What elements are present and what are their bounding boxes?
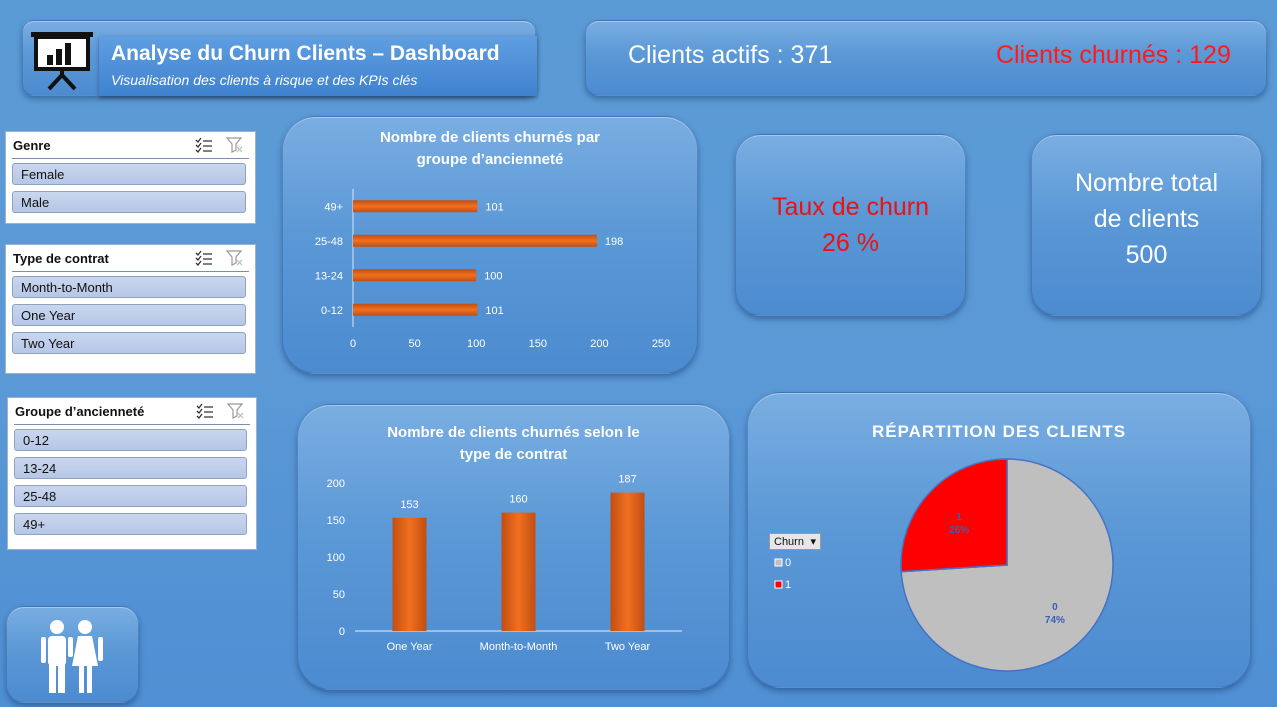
total-clients-kpi: Nombre total de clients 500: [1032, 165, 1261, 273]
slicer-item-male[interactable]: Male: [12, 191, 246, 213]
tick-label: 0: [339, 626, 345, 638]
data-label: 101: [485, 305, 503, 317]
total-clients-label-1: Nombre total: [1074, 169, 1219, 197]
clients-actifs-kpi: Clients actifs : 371: [628, 41, 833, 69]
clients-churnes-kpi: Clients churnés : 129: [996, 41, 1231, 69]
slicer-contrat-title: Type de contrat: [13, 251, 109, 266]
slicer-divider: [14, 424, 250, 425]
slicer-item-month-to-month[interactable]: Month-to-Month: [12, 276, 246, 298]
taux-churn-kpi: Taux de churn 26 %: [736, 189, 965, 261]
header-card: Analyse du Churn Clients – Dashboard Vis…: [22, 20, 537, 96]
slicer-item-0-12[interactable]: 0-12: [14, 429, 247, 451]
tick-label: 25-48: [315, 236, 343, 248]
data-label: 101: [485, 201, 503, 213]
tick-label: 13-24: [315, 270, 343, 282]
clear-filter-icon[interactable]: [226, 250, 244, 266]
slice-percent: 74%: [1045, 615, 1065, 626]
chart-contrat-card: Nombre de clients churnés selon le type …: [297, 404, 730, 690]
chart-contrat-plot: 0 50 100 150 200 153 One Year 160 Month-to-Month…: [327, 474, 682, 653]
legend-swatch: [774, 558, 783, 567]
clear-filter-icon[interactable]: [226, 137, 244, 153]
people-card: [6, 606, 139, 703]
multi-select-icon[interactable]: [195, 137, 213, 153]
tick-label: 150: [529, 338, 547, 350]
slicer-anciennete: Groupe d’ancienneté 0-12 13-24 25-48 49+: [7, 397, 257, 550]
slice-percent: 26%: [949, 525, 969, 536]
chart-anciennete-plot: 0-12 101 13-24 100 25-48 198 49+ 101 0 50 100 150 20…: [315, 189, 670, 350]
bar: [353, 269, 477, 282]
legend-label: 0: [785, 557, 791, 569]
tick-label: 0: [350, 338, 356, 350]
tick-label: 250: [652, 338, 670, 350]
legend-label: 1: [785, 579, 791, 591]
slicer-contrat: Type de contrat Month-to-Month One Year …: [5, 244, 256, 374]
tick-label: 200: [590, 338, 608, 350]
tick-label: 100: [467, 338, 485, 350]
tick-label: 50: [333, 589, 345, 601]
multi-select-icon[interactable]: [195, 250, 213, 266]
tick-label: Two Year: [605, 641, 651, 653]
slicer-item-49-plus[interactable]: 49+: [14, 513, 247, 535]
total-clients-card: Nombre total de clients 500: [1031, 134, 1262, 316]
presentation-chart-icon: [27, 27, 97, 91]
taux-churn-card: Taux de churn 26 %: [735, 134, 966, 316]
slicer-anciennete-title: Groupe d’ancienneté: [15, 404, 145, 419]
data-label: 160: [509, 494, 527, 506]
data-label: 100: [484, 270, 502, 282]
slicer-item-female[interactable]: Female: [12, 163, 246, 185]
taux-churn-label: Taux de churn: [771, 193, 930, 221]
title-bar: Analyse du Churn Clients – Dashboard Vis…: [99, 36, 537, 96]
slicer-divider: [12, 158, 249, 159]
data-label: 187: [618, 474, 636, 486]
data-label: 153: [400, 499, 418, 511]
chart-repartition-plot: 0 74% 1 26% 0 1: [774, 458, 1114, 672]
tick-label: Month-to-Month: [480, 641, 558, 653]
tick-label: 49+: [324, 201, 343, 213]
tick-label: One Year: [387, 641, 433, 653]
bar: [610, 492, 645, 631]
multi-select-icon[interactable]: [196, 403, 214, 419]
slicer-item-two-year[interactable]: Two Year: [12, 332, 246, 354]
taux-churn-value: 26 %: [822, 229, 879, 257]
chart-repartition-card: RÉPARTITION DES CLIENTS Churn ▾ 0 74% 1 26%…: [747, 392, 1251, 688]
bar: [353, 303, 478, 316]
slicer-genre-title: Genre: [13, 138, 51, 153]
chart-anciennete-card: Nombre de clients churnés par groupe d’a…: [282, 116, 698, 374]
slicer-item-one-year[interactable]: One Year: [12, 304, 246, 326]
legend-swatch: [774, 580, 783, 589]
top-kpi-card: Clients actifs : 371 Clients churnés : 1…: [585, 20, 1267, 96]
clear-filter-icon[interactable]: [227, 403, 245, 419]
slice-label: 0: [1052, 602, 1058, 613]
slicer-item-25-48[interactable]: 25-48: [14, 485, 247, 507]
slice-label: 1: [956, 512, 962, 523]
tick-label: 0-12: [321, 305, 343, 317]
tick-label: 50: [408, 338, 420, 350]
slicer-item-13-24[interactable]: 13-24: [14, 457, 247, 479]
tick-label: 150: [327, 515, 345, 527]
slicer-genre: Genre Female Male: [5, 131, 256, 224]
people-icon: [41, 620, 103, 693]
bar: [501, 512, 536, 631]
total-clients-label-2: de clients: [1093, 205, 1200, 233]
tick-label: 100: [327, 552, 345, 564]
bar: [353, 234, 597, 247]
bar: [392, 517, 427, 631]
page-title: Analyse du Churn Clients – Dashboard: [111, 42, 500, 65]
page-subtitle: Visualisation des clients à risque et de…: [111, 72, 418, 88]
tick-label: 200: [327, 478, 345, 490]
data-label: 198: [605, 236, 623, 248]
total-clients-value: 500: [1125, 241, 1168, 269]
pie-slice: [900, 458, 1008, 573]
bar: [353, 200, 478, 213]
slicer-divider: [12, 271, 249, 272]
